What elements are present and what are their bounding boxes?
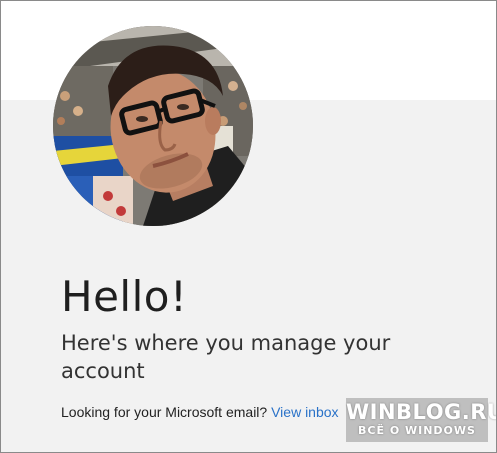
profile-photo-icon	[53, 26, 253, 226]
email-prompt-text: Looking for your Microsoft email?	[61, 404, 268, 420]
greeting-subtitle: Here's where you manage your account	[61, 331, 391, 383]
watermark-sub-text: ВСЁ О WINDOWS	[358, 424, 476, 437]
watermark-main-text: WINBLOG.RU	[346, 400, 497, 424]
account-page: Hello! Here's where you manage your acco…	[0, 0, 497, 453]
view-inbox-link[interactable]: View inbox	[271, 404, 338, 420]
email-prompt: Looking for your Microsoft email? View i…	[61, 404, 339, 420]
profile-avatar[interactable]	[53, 26, 253, 226]
greeting-title: Hello!	[61, 272, 188, 321]
watermark-logo: WINBLOG.RU ВСЁ О WINDOWS	[346, 398, 497, 442]
